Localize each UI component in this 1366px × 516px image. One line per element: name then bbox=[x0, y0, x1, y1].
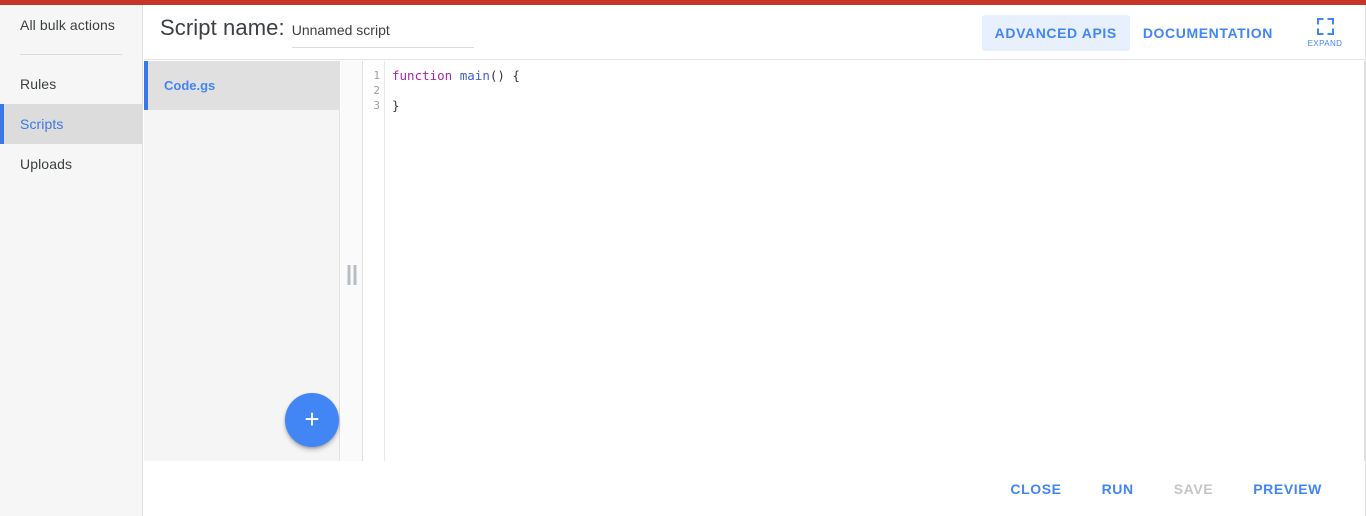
file-list-panel: Code.gs + bbox=[144, 61, 340, 461]
preview-button[interactable]: PREVIEW bbox=[1239, 472, 1336, 506]
code-token-keyword: function bbox=[392, 68, 453, 83]
sidebar-item-uploads[interactable]: Uploads bbox=[0, 144, 142, 184]
editor-line-number-gutter: 1 2 3 bbox=[364, 61, 385, 461]
sidebar-item-label: All bulk actions bbox=[20, 17, 115, 33]
expand-label: EXPAND bbox=[1307, 39, 1343, 48]
panel-splitter[interactable] bbox=[341, 61, 363, 461]
script-name-input-wrapper[interactable] bbox=[291, 22, 474, 48]
sidebar-item-scripts[interactable]: Scripts bbox=[0, 104, 142, 144]
sidebar-item-label: Scripts bbox=[20, 116, 64, 132]
expand-icon bbox=[1316, 17, 1335, 36]
code-line: } bbox=[392, 98, 1364, 113]
line-number: 2 bbox=[373, 84, 380, 97]
plus-icon: + bbox=[304, 404, 320, 434]
left-sidebar: All bulk actions Rules Scripts Uploads bbox=[0, 5, 143, 516]
script-name-group: Script name: bbox=[160, 15, 474, 48]
sidebar-item-rules[interactable]: Rules bbox=[0, 64, 142, 104]
add-file-fab[interactable]: + bbox=[285, 393, 339, 447]
code-token-punctuation: () { bbox=[489, 68, 520, 83]
script-name-input[interactable] bbox=[291, 22, 474, 38]
splitter-grip-icon bbox=[347, 265, 356, 285]
line-number: 1 bbox=[373, 69, 380, 82]
run-button[interactable]: RUN bbox=[1088, 472, 1148, 506]
sidebar-divider bbox=[20, 54, 122, 55]
line-number: 3 bbox=[373, 99, 380, 112]
sidebar-item-all-bulk-actions[interactable]: All bulk actions bbox=[0, 5, 142, 45]
top-accent-bar bbox=[0, 0, 1366, 5]
code-line: function main() { bbox=[392, 68, 1364, 83]
file-item-code-gs[interactable]: Code.gs bbox=[144, 61, 339, 110]
script-name-label: Script name: bbox=[160, 15, 285, 40]
header-bar: Script name: ADVANCED APIS DOCUMENTATION… bbox=[144, 5, 1366, 60]
app-root: All bulk actions Rules Scripts Uploads S… bbox=[0, 0, 1366, 516]
documentation-button[interactable]: DOCUMENTATION bbox=[1130, 15, 1286, 51]
code-token-punctuation: } bbox=[392, 98, 400, 113]
save-button: SAVE bbox=[1160, 472, 1228, 506]
header-actions: ADVANCED APIS DOCUMENTATION EXPAND bbox=[981, 5, 1352, 60]
bottom-action-bar: CLOSE RUN SAVE PREVIEW bbox=[144, 462, 1366, 516]
sidebar-item-label: Uploads bbox=[20, 156, 73, 172]
file-item-label: Code.gs bbox=[164, 78, 216, 93]
advanced-apis-button[interactable]: ADVANCED APIS bbox=[981, 14, 1130, 51]
expand-button[interactable]: EXPAND bbox=[1302, 17, 1348, 48]
editor-text-area[interactable]: function main() { } bbox=[385, 61, 1364, 461]
sidebar-item-label: Rules bbox=[20, 76, 57, 92]
code-token-function-name: main bbox=[459, 68, 490, 83]
code-editor: 1 2 3 function main() { } bbox=[364, 61, 1365, 461]
close-button[interactable]: CLOSE bbox=[996, 472, 1075, 506]
